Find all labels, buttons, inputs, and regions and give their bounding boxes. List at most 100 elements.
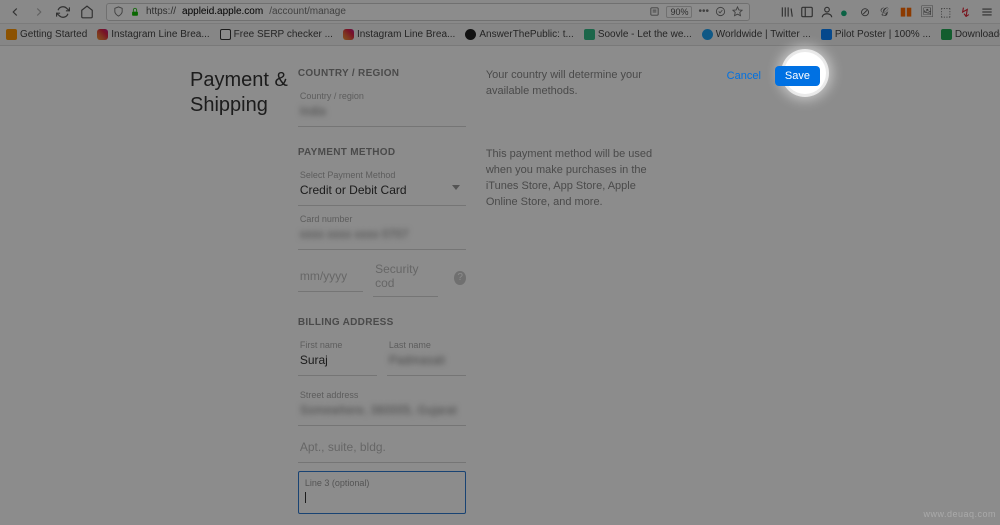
help-text: Your country will determine your availab… [486,68,658,129]
bookmark-item[interactable]: Getting Started [6,29,87,40]
field-value: xxxx xxxx xxxx 0707 [300,227,409,241]
favicon-icon [941,29,952,40]
address-bar[interactable]: https:// appleid.apple.com/account/manage… [106,3,750,21]
ext-icon-1[interactable]: ● [840,5,854,19]
url-domain: appleid.apple.com [182,6,263,17]
favicon-icon [220,29,231,40]
bookmark-item[interactable]: Instagram Line Brea... [97,29,209,40]
field-label: Street address [300,390,464,400]
ext-icon-2[interactable]: ⊘ [860,5,874,19]
bookmarks-bar: Getting Started Instagram Line Brea... F… [0,24,1000,46]
last-name-field[interactable]: Last name Padmasali [387,334,466,376]
line3-field[interactable]: Line 3 (optional) [298,471,466,514]
favicon-icon [465,29,476,40]
help-icon[interactable]: ? [454,271,465,285]
bookmark-label: AnswerThePublic: t... [479,29,573,40]
ext-icon-6[interactable]: ⬚ [940,5,954,19]
placeholder: Security cod [375,262,436,290]
url-path: /account/manage [269,6,346,17]
section-label: COUNTRY / REGION [298,68,466,79]
bookmark-item[interactable]: Pilot Poster | 100% ... [821,29,931,40]
help-text: This payment method will be used when yo… [486,147,658,299]
toolbar-extensions: ● ⊘ 𝒢 ▮▮ 🖼 ⬚ ↯ [760,5,994,19]
country-field[interactable]: Country / region India [298,85,466,127]
home-button[interactable] [78,3,96,21]
sidebar-icon[interactable] [800,5,814,19]
bookmark-item[interactable]: Free SERP checker ... [220,29,333,40]
forward-button[interactable] [30,3,48,21]
payment-method-select[interactable]: Select Payment Method Credit or Debit Ca… [298,164,466,206]
bookmark-label: Worldwide | Twitter ... [716,29,811,40]
favicon-icon [821,29,832,40]
section-label: PAYMENT METHOD [298,147,466,158]
favicon-icon [97,29,108,40]
bookmark-label: Instagram Line Brea... [357,29,455,40]
field-label: First name [300,340,375,350]
placeholder: Apt., suite, bldg. [300,440,386,454]
field-label: Select Payment Method [300,170,464,180]
ext-icon-7[interactable]: ↯ [960,5,974,19]
payment-method-section: PAYMENT METHOD Select Payment Method Cre… [298,147,658,299]
bookmark-item[interactable]: Worldwide | Twitter ... [702,29,811,40]
watermark: www.deuaq.com [923,509,996,519]
field-label: Country / region [300,91,464,101]
star-icon[interactable] [732,6,743,17]
card-number-field[interactable]: Card number xxxx xxxx xxxx 0707 [298,208,466,250]
billing-address-section: BILLING ADDRESS First name Suraj Last na… [298,317,658,525]
more-icon[interactable]: ••• [698,6,709,17]
field-value: India [300,104,326,118]
url-prefix: https:// [146,6,176,17]
page-content: Cancel Save Payment & Shipping COUNTRY / … [0,46,1000,525]
bookmark-item[interactable]: Instagram Line Brea... [343,29,455,40]
field-value: Credit or Debit Card [300,183,407,197]
favicon-icon [702,29,713,40]
first-name-field[interactable]: First name Suraj [298,334,377,376]
favicon-icon [584,29,595,40]
placeholder: mm/yyyy [300,269,347,283]
menu-icon[interactable] [980,5,994,19]
bookmark-item[interactable]: AnswerThePublic: t... [465,29,573,40]
favicon-icon [343,29,354,40]
download-icon[interactable] [760,5,774,19]
shield-icon [113,6,124,17]
bookmark-item[interactable]: Soovle - Let the we... [584,29,692,40]
account-icon[interactable] [820,5,834,19]
street-address-field[interactable]: Street address Somewhere, 360005, Gujara… [298,384,466,426]
reload-button[interactable] [54,3,72,21]
protection-icon[interactable] [715,6,726,17]
bookmark-label: Downloader.la | Too... [955,29,1000,40]
bookmark-item[interactable]: Downloader.la | Too... [941,29,1000,40]
cancel-button[interactable]: Cancel [719,66,769,86]
field-label: Card number [300,214,464,224]
cvv-field[interactable]: Security cod [373,256,438,297]
ext-icon-5[interactable]: 🖼 [920,5,934,19]
back-button[interactable] [6,3,24,21]
page-title: Payment & Shipping [190,68,288,525]
bookmark-label: Getting Started [20,29,87,40]
library-icon[interactable] [780,5,794,19]
ext-icon-4[interactable]: ▮▮ [900,5,914,19]
field-label: Last name [389,340,464,350]
action-buttons: Cancel Save [719,66,820,86]
field-value: Suraj [300,353,328,367]
section-label: BILLING ADDRESS [298,317,658,328]
bookmark-label: Pilot Poster | 100% ... [835,29,931,40]
apt-field[interactable]: Apt., suite, bldg. [298,432,466,463]
bookmark-label: Soovle - Let the we... [598,29,692,40]
browser-toolbar: https:// appleid.apple.com/account/manage… [0,0,1000,24]
field-value: Somewhere, 360005, Gujarat [300,403,457,417]
title-line-1: Payment & [190,69,288,91]
country-region-section: COUNTRY / REGION Country / region India … [298,68,658,129]
bookmark-label: Free SERP checker ... [234,29,333,40]
title-line-2: Shipping [190,94,268,116]
ext-icon-3[interactable]: 𝒢 [880,5,894,19]
text-cursor [305,492,306,503]
zoom-indicator[interactable]: 90% [666,6,692,18]
expiry-field[interactable]: mm/yyyy [298,261,363,292]
favicon-icon [6,29,17,40]
lock-icon [130,7,140,17]
placeholder: Line 3 (optional) [305,478,459,488]
bookmark-label: Instagram Line Brea... [111,29,209,40]
save-button[interactable]: Save [775,66,820,86]
reader-icon[interactable] [649,6,660,17]
